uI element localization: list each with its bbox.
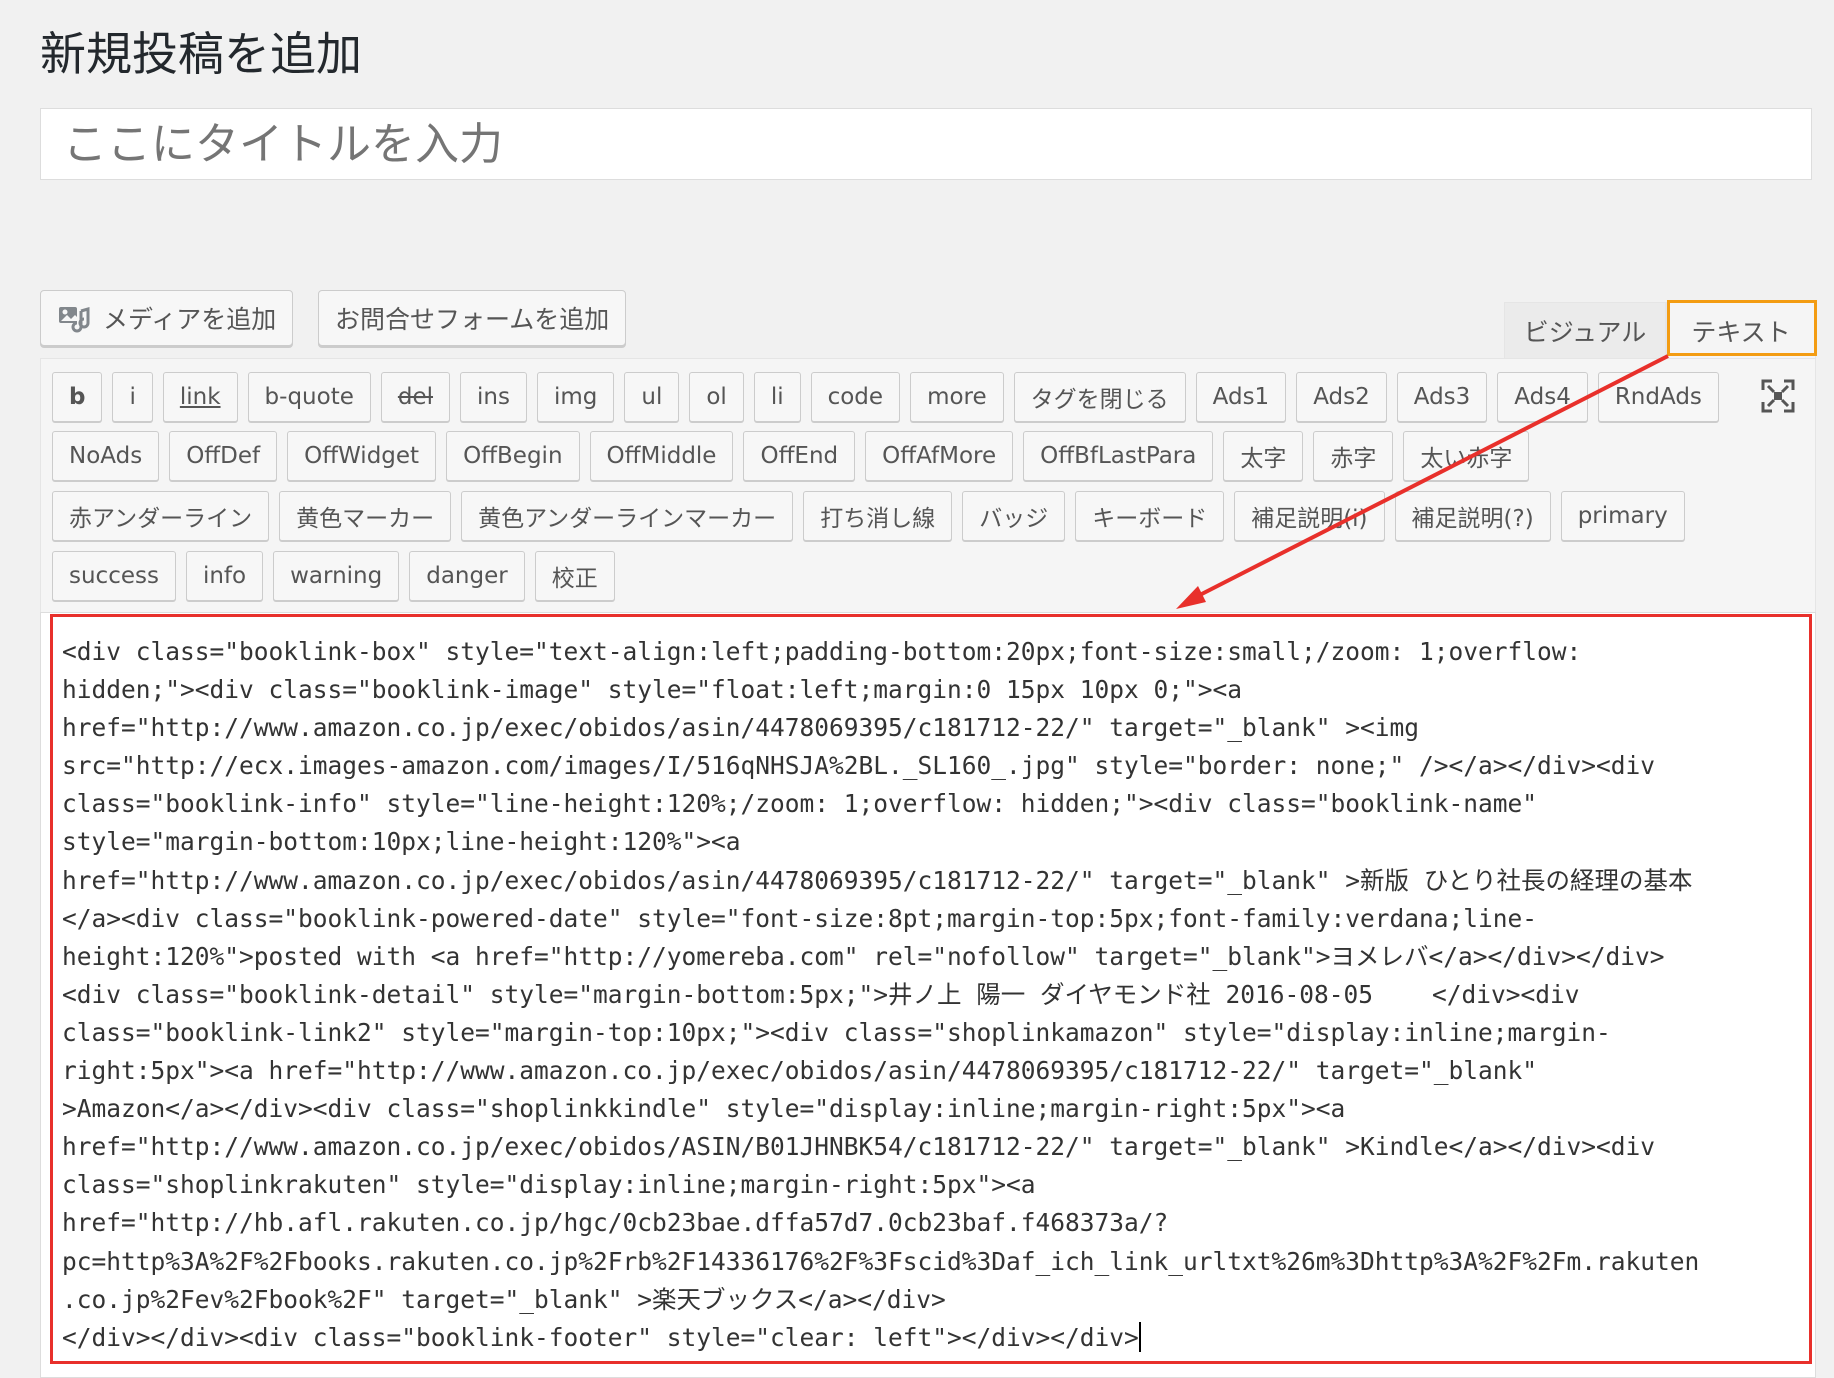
quicktag-row3-4-button[interactable]: バッジ <box>962 491 1066 541</box>
quicktag-offafmore-button[interactable]: OffAfMore <box>865 431 1014 481</box>
quicktag-img-button[interactable]: img <box>536 372 615 422</box>
quicktag-ads2-button[interactable]: Ads2 <box>1296 372 1387 422</box>
quicktag-code-button[interactable]: code <box>810 372 901 422</box>
code-line: </a><div class="booklink-powered-date" s… <box>62 903 1538 933</box>
quicktag-row1-12-button[interactable]: タグを閉じる <box>1013 372 1186 422</box>
code-line: src="http://ecx.images-amazon.com/images… <box>62 751 1656 781</box>
code-line: <div class="booklink-detail" style="marg… <box>62 979 1580 1009</box>
quicktag-warning-button[interactable]: warning <box>273 551 400 601</box>
post-title-input[interactable] <box>40 108 1812 180</box>
quicktag-b-button[interactable]: b <box>52 372 103 422</box>
quicktags-row-1: b i link b-quote del ins img ul ol li code more タグを閉… <box>52 372 1719 422</box>
text-cursor <box>1138 1321 1141 1352</box>
quicktag-ul-button[interactable]: ul <box>624 372 680 422</box>
code-line: class="shoplinkrakuten" style="display:i… <box>62 1170 1036 1200</box>
tab-text[interactable]: テキスト <box>1666 302 1816 358</box>
quicktags-row-4: success info warning danger 校正 <box>52 551 615 601</box>
quicktags-row-2: NoAds OffDef OffWidget OffBegin OffMiddle Off… <box>52 431 1530 481</box>
code-line: class="booklink-link2" style="margin-top… <box>62 1017 1611 1047</box>
quicktag-info-button[interactable]: info <box>185 551 264 601</box>
quicktag-row3-7-button[interactable]: 補足説明(?) <box>1394 491 1551 541</box>
code-line: class="booklink-info" style="line-height… <box>62 789 1538 819</box>
quicktag-b-quote-button[interactable]: b-quote <box>247 372 371 422</box>
quicktag-noads-button[interactable]: NoAds <box>52 431 160 481</box>
quicktag-row3-5-button[interactable]: キーボード <box>1075 491 1225 541</box>
quicktag-offbflastpara-button[interactable]: OffBfLastPara <box>1023 431 1214 481</box>
quicktag-li-button[interactable]: li <box>753 372 801 422</box>
quicktag-ads4-button[interactable]: Ads4 <box>1497 372 1588 422</box>
tab-visual[interactable]: ビジュアル <box>1504 302 1666 358</box>
quicktag-link-button[interactable]: link <box>162 372 238 422</box>
quicktag-ol-button[interactable]: ol <box>689 372 744 422</box>
quicktags-row-3: 赤アンダーライン 黄色マーカー 黄色アンダーラインマーカー 打ち消し線 バッジ キーボード… <box>52 491 1685 541</box>
add-contact-form-label: お問合せフォームを追加 <box>335 305 610 334</box>
quicktag-rndads-button[interactable]: RndAds <box>1597 372 1719 422</box>
quicktag-del-button[interactable]: del <box>380 372 451 422</box>
quicktag-row3-3-button[interactable]: 打ち消し線 <box>803 491 953 541</box>
code-line: .co.jp%2Fev%2Fbook%2F" target="_blank" >… <box>62 1284 946 1314</box>
code-line: >Amazon</a></div><div class="shoplinkkin… <box>62 1094 1346 1124</box>
quicktag-offmiddle-button[interactable]: OffMiddle <box>589 431 734 481</box>
code-line: height:120%">posted with <a href="http:/… <box>62 941 1665 971</box>
code-line: href="http://www.amazon.co.jp/exec/obido… <box>62 865 1693 895</box>
quicktag-primary-button[interactable]: primary <box>1560 491 1685 541</box>
code-line: right:5px"><a href="http://www.amazon.co… <box>62 1056 1538 1086</box>
code-line: pc=http%3A%2F%2Fbooks.rakuten.co.jp%2Frb… <box>62 1246 1700 1276</box>
code-line: href="http://www.amazon.co.jp/exec/obido… <box>62 713 1420 743</box>
page-title: 新規投稿を追加 <box>40 27 362 81</box>
quicktag-success-button[interactable]: success <box>52 551 176 601</box>
quicktag-i-button[interactable]: 補足説明(i) <box>1234 491 1385 541</box>
code-line: <div class="booklink-box" style="text-al… <box>62 637 1582 666</box>
content-code[interactable]: <div class="booklink-box" style="text-al… <box>62 633 1802 1357</box>
quicktag-row2-10-button[interactable]: 太い赤字 <box>1403 431 1530 481</box>
quicktag-danger-button[interactable]: danger <box>409 551 525 601</box>
quicktag-row2-8-button[interactable]: 太字 <box>1223 431 1304 481</box>
quicktag-row3-0-button[interactable]: 赤アンダーライン <box>52 491 270 541</box>
quicktag-i-button[interactable]: i <box>112 372 153 422</box>
media-icon <box>59 307 90 333</box>
code-line: hidden;"><div class="booklink-image" sty… <box>62 675 1243 705</box>
quicktag-ins-button[interactable]: ins <box>460 372 527 422</box>
add-media-button[interactable]: メディアを追加 <box>40 290 294 346</box>
quicktag-row4-4-button[interactable]: 校正 <box>534 551 615 601</box>
code-line: href="http://hb.afl.rakuten.co.jp/hgc/0c… <box>62 1208 1169 1238</box>
quicktag-row2-9-button[interactable]: 赤字 <box>1313 431 1394 481</box>
quicktag-ads1-button[interactable]: Ads1 <box>1195 372 1287 422</box>
quicktag-offwidget-button[interactable]: OffWidget <box>287 431 437 481</box>
add-contact-form-button[interactable]: お問合せフォームを追加 <box>318 290 627 346</box>
add-media-label: メディアを追加 <box>103 305 277 334</box>
code-line: </div></div><div class="booklink-footer"… <box>62 1322 1139 1352</box>
fullscreen-icon[interactable] <box>1760 378 1796 414</box>
quicktag-ads3-button[interactable]: Ads3 <box>1396 372 1488 422</box>
quicktag-row3-2-button[interactable]: 黄色アンダーラインマーカー <box>461 491 794 541</box>
code-line: href="http://www.amazon.co.jp/exec/obido… <box>62 1132 1656 1162</box>
quicktag-offend-button[interactable]: OffEnd <box>743 431 856 481</box>
quicktag-more-button[interactable]: more <box>910 372 1004 422</box>
code-line: style="margin-bottom:10px;line-height:12… <box>62 827 741 857</box>
quicktag-offbegin-button[interactable]: OffBegin <box>446 431 580 481</box>
quicktag-row3-1-button[interactable]: 黄色マーカー <box>279 491 452 541</box>
quicktag-offdef-button[interactable]: OffDef <box>169 431 278 481</box>
